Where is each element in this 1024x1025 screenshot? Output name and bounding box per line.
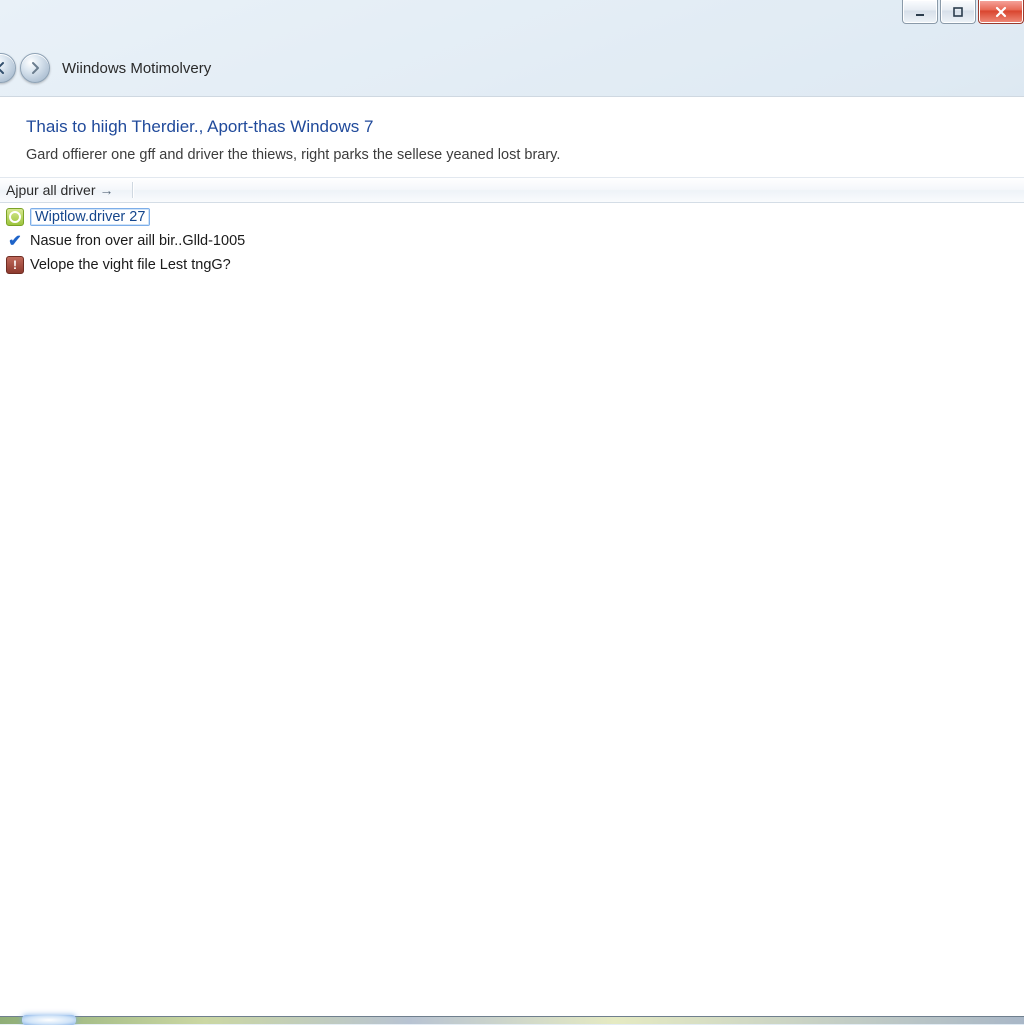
list-item[interactable]: ! Velope the vight file Lest tngG? <box>2 253 1024 277</box>
minimize-icon <box>914 6 926 18</box>
list-item[interactable]: Wiptlow.driver 27 <box>2 205 1024 229</box>
page-heading: Thais to hiigh Therdier., Aport-thas Win… <box>26 117 1024 137</box>
window-controls <box>900 0 1024 28</box>
maximize-icon <box>952 6 964 18</box>
column-header[interactable]: Ajpur all driver → <box>0 177 1024 203</box>
breadcrumb-title: Wiindows Motimolvery <box>62 60 211 77</box>
column-header-label: Ajpur all driver <box>6 182 95 198</box>
results-list: Wiptlow.driver 27 ✔ Nasue fron over aill… <box>2 205 1024 277</box>
column-separator <box>132 182 134 198</box>
warn-icon: ! <box>6 256 24 274</box>
nav-back-button[interactable] <box>0 53 16 83</box>
list-item-label: Velope the vight file Lest tngG? <box>30 257 231 273</box>
forward-arrow-icon <box>28 61 42 75</box>
close-button[interactable] <box>978 0 1024 24</box>
list-item[interactable]: ✔ Nasue fron over aill bir..Glld-1005 <box>2 229 1024 253</box>
list-item-label: Wiptlow.driver 27 <box>30 208 150 226</box>
close-icon <box>994 5 1008 19</box>
nav-forward-button[interactable] <box>20 53 50 83</box>
breadcrumb-bar: Wiindows Motimolvery <box>0 48 1024 88</box>
sort-arrow-icon: → <box>99 182 113 198</box>
minimize-button[interactable] <box>902 0 938 24</box>
content-pane: Thais to hiigh Therdier., Aport-thas Win… <box>0 96 1024 1016</box>
check-icon: ✔ <box>6 232 24 250</box>
list-item-label: Nasue fron over aill bir..Glld-1005 <box>30 233 245 249</box>
page-subtext: Gard offierer one gff and driver the thi… <box>26 147 1024 163</box>
maximize-button[interactable] <box>940 0 976 24</box>
back-arrow-icon <box>0 61 8 75</box>
taskbar[interactable] <box>0 1016 1024 1024</box>
gear-icon <box>6 208 24 226</box>
